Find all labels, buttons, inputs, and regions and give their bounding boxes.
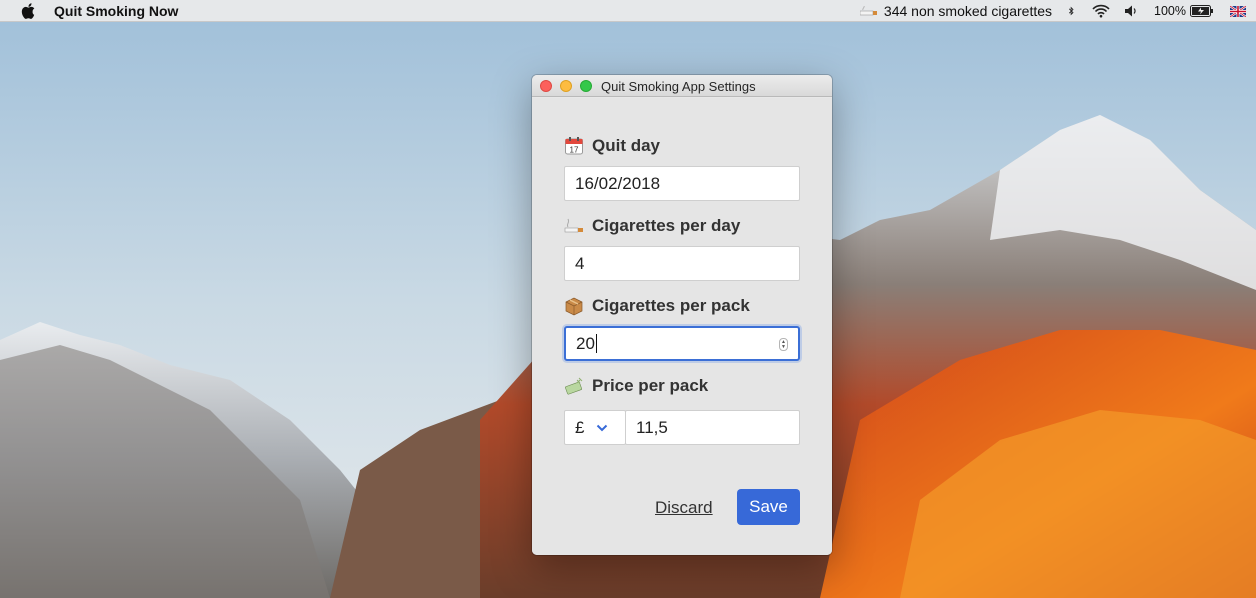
apple-logo-icon[interactable] (21, 2, 35, 19)
settings-window: Quit Smoking App Settings 17 Quit day 16… (532, 75, 832, 555)
settings-form: 17 Quit day 16/02/2018 Cigarettes per da… (532, 98, 832, 555)
quit-day-field[interactable]: 16/02/2018 (564, 166, 800, 201)
quit-day-value: 16/02/2018 (575, 173, 661, 193)
discard-button[interactable]: Discard (655, 498, 713, 518)
price-field[interactable]: 11,5 (625, 410, 800, 445)
close-button[interactable] (540, 80, 552, 92)
stepper-down-icon[interactable]: ▼ (781, 344, 786, 350)
cigarettes-per-pack-label-row: Cigarettes per pack (564, 296, 750, 316)
svg-text:17: 17 (570, 146, 579, 155)
wifi-icon[interactable] (1092, 4, 1110, 18)
chevron-down-icon (597, 424, 608, 431)
cigarettes-per-day-value: 4 (575, 253, 585, 273)
price-per-pack-label: Price per pack (592, 376, 709, 395)
status-item-cigarettes[interactable]: 344 non smoked cigarettes (859, 3, 1053, 19)
cigarette-icon (859, 6, 877, 16)
cigarettes-per-pack-label: Cigarettes per pack (592, 296, 750, 315)
cigarettes-per-day-label: Cigarettes per day (592, 216, 741, 235)
package-icon (564, 296, 584, 316)
quit-day-label-row: 17 Quit day (564, 136, 660, 156)
cigarettes-per-day-label-row: Cigarettes per day (564, 216, 740, 236)
battery-charging-icon[interactable] (1190, 5, 1214, 17)
currency-select[interactable]: £ (564, 410, 626, 445)
window-titlebar[interactable]: Quit Smoking App Settings (532, 75, 832, 97)
zoom-button[interactable] (580, 80, 592, 92)
volume-icon[interactable] (1124, 4, 1140, 18)
calendar-icon: 17 (564, 136, 584, 156)
cigarettes-per-pack-value: 20 (576, 333, 595, 353)
price-value: 11,5 (636, 417, 668, 437)
cigarettes-per-day-field[interactable]: 4 (564, 246, 800, 281)
currency-value: £ (575, 417, 585, 437)
price-per-pack-label-row: Price per pack (564, 376, 708, 396)
number-stepper[interactable]: ▲ ▼ (779, 338, 788, 351)
window-title: Quit Smoking App Settings (601, 79, 756, 94)
status-text: 344 non smoked cigarettes (883, 3, 1053, 19)
cigarette-icon (564, 216, 584, 236)
input-source-flag-icon[interactable] (1230, 5, 1246, 17)
bluetooth-icon[interactable] (1068, 4, 1078, 18)
battery-percent[interactable]: 100% (1154, 4, 1186, 18)
text-caret (595, 334, 597, 353)
menu-bar: Quit Smoking Now 344 non smoked cigarett… (0, 0, 1256, 22)
minimize-button[interactable] (560, 80, 572, 92)
save-button[interactable]: Save (737, 489, 800, 525)
money-icon (564, 376, 584, 396)
app-menu-name[interactable]: Quit Smoking Now (54, 3, 178, 19)
quit-day-label: Quit day (592, 136, 661, 155)
cigarettes-per-pack-field[interactable]: 20 ▲ ▼ (564, 326, 800, 361)
